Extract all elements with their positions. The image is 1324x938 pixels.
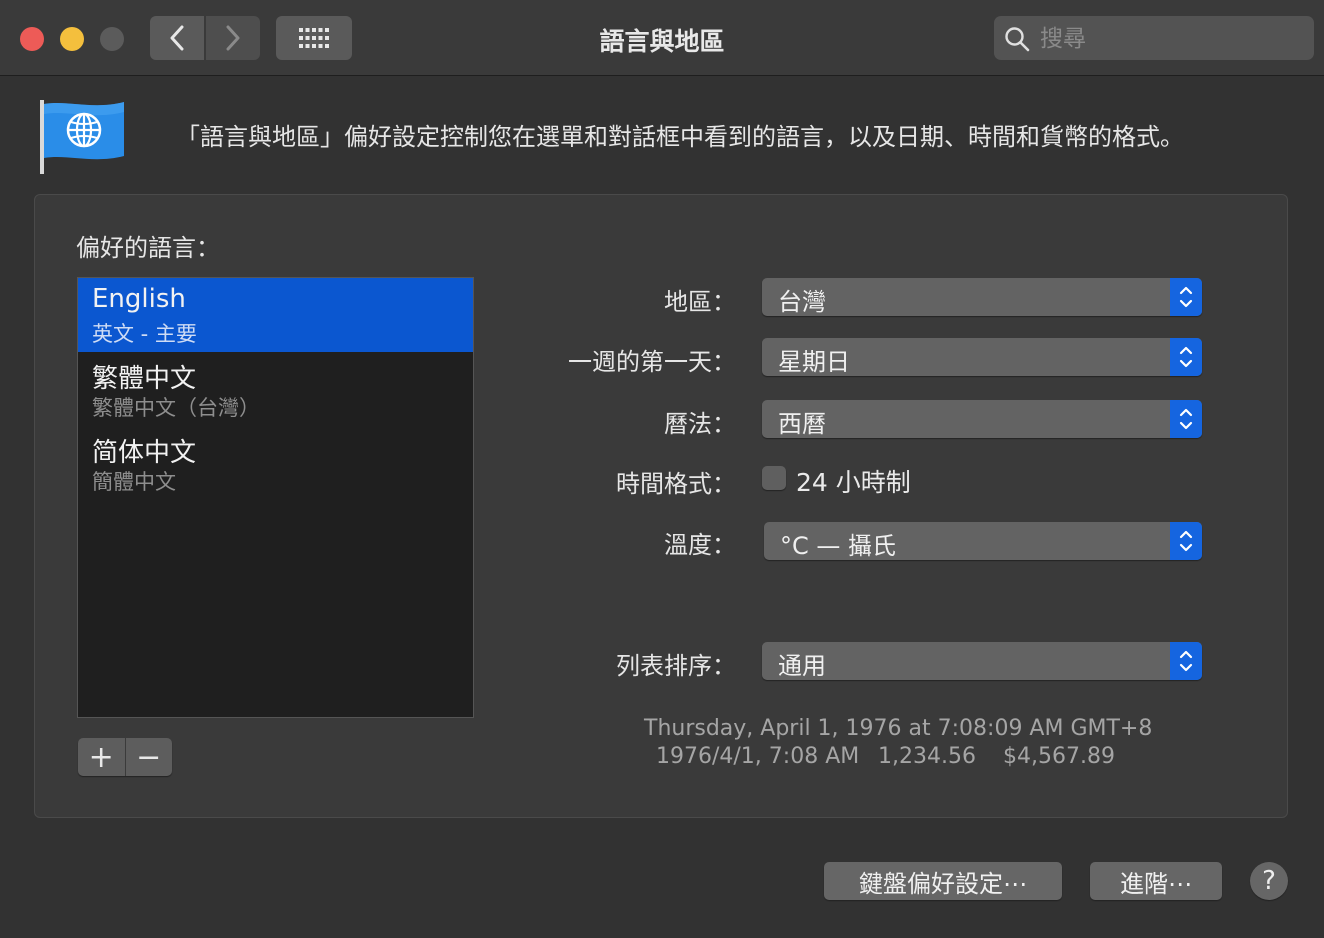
calendar-popup[interactable]: 西曆 bbox=[762, 400, 1202, 438]
24-hour-checkbox[interactable] bbox=[762, 466, 786, 490]
region-label: 地區： bbox=[664, 288, 736, 316]
add-language-button[interactable]: + bbox=[78, 738, 126, 776]
calendar-value: 西曆 bbox=[778, 410, 826, 438]
language-name: 简体中文 bbox=[92, 438, 197, 468]
sample-short-date: 1976/4/1, 7:08 AM bbox=[656, 744, 860, 769]
temperature-popup[interactable]: °C — 攝氏 bbox=[764, 522, 1202, 560]
sample-number: 1,234.56 bbox=[878, 744, 976, 769]
language-name: English bbox=[92, 284, 186, 314]
search-icon bbox=[1005, 27, 1030, 52]
preferred-languages-list[interactable]: English 英文 - 主要 繁體中文 繁體中文（台灣） 简体中文 簡體中文 bbox=[77, 277, 474, 718]
language-item-traditional-chinese[interactable]: 繁體中文 繁體中文（台灣） bbox=[78, 352, 473, 426]
language-list-controls: + − bbox=[78, 738, 172, 776]
language-item-english[interactable]: English 英文 - 主要 bbox=[78, 278, 473, 352]
title-bar: 語言與地區 bbox=[0, 0, 1324, 76]
language-name: 繁體中文 bbox=[92, 364, 197, 394]
region-popup[interactable]: 台灣 bbox=[762, 278, 1202, 316]
remove-language-button[interactable]: − bbox=[126, 738, 173, 776]
sample-long-date: Thursday, April 1, 1976 at 7:08:09 AM GM… bbox=[644, 716, 1153, 741]
temperature-value: °C — 攝氏 bbox=[780, 532, 897, 560]
pane-description: 「語言與地區」偏好設定控制您在選單和對話框中看到的語言，以及日期、時間和貨幣的格… bbox=[176, 123, 1184, 151]
list-sort-value: 通用 bbox=[778, 652, 826, 680]
advanced-button[interactable]: 進階⋯ bbox=[1090, 862, 1222, 900]
list-sort-label: 列表排序： bbox=[616, 652, 736, 680]
search-input[interactable] bbox=[1038, 20, 1302, 58]
updown-chevron-icon bbox=[1170, 278, 1202, 316]
language-item-simplified-chinese[interactable]: 简体中文 簡體中文 bbox=[78, 426, 473, 500]
updown-chevron-icon bbox=[1170, 400, 1202, 438]
24-hour-checkbox-label[interactable]: 24 小時制 bbox=[796, 463, 911, 499]
first-day-value: 星期日 bbox=[778, 348, 850, 376]
calendar-label: 曆法： bbox=[664, 410, 736, 438]
updown-chevron-icon bbox=[1170, 522, 1202, 560]
language-subtitle: 繁體中文（台灣） bbox=[92, 396, 260, 420]
temperature-label: 溫度： bbox=[664, 531, 736, 559]
time-format-label: 時間格式： bbox=[616, 470, 736, 498]
keyboard-preferences-button[interactable]: 鍵盤偏好設定⋯ bbox=[824, 862, 1062, 900]
region-value: 台灣 bbox=[778, 288, 826, 316]
list-sort-popup[interactable]: 通用 bbox=[762, 642, 1202, 680]
updown-chevron-icon bbox=[1170, 338, 1202, 376]
first-day-label: 一週的第一天： bbox=[568, 348, 736, 376]
language-subtitle: 簡體中文 bbox=[92, 470, 176, 494]
preferred-languages-title: 偏好的語言： bbox=[76, 234, 220, 262]
flag-globe-icon bbox=[40, 100, 124, 174]
sample-currency: $4,567.89 bbox=[1003, 744, 1115, 769]
updown-chevron-icon bbox=[1170, 642, 1202, 680]
first-day-popup[interactable]: 星期日 bbox=[762, 338, 1202, 376]
search-field[interactable] bbox=[994, 16, 1314, 60]
help-button[interactable]: ? bbox=[1250, 862, 1288, 900]
language-subtitle: 英文 - 主要 bbox=[92, 322, 197, 346]
